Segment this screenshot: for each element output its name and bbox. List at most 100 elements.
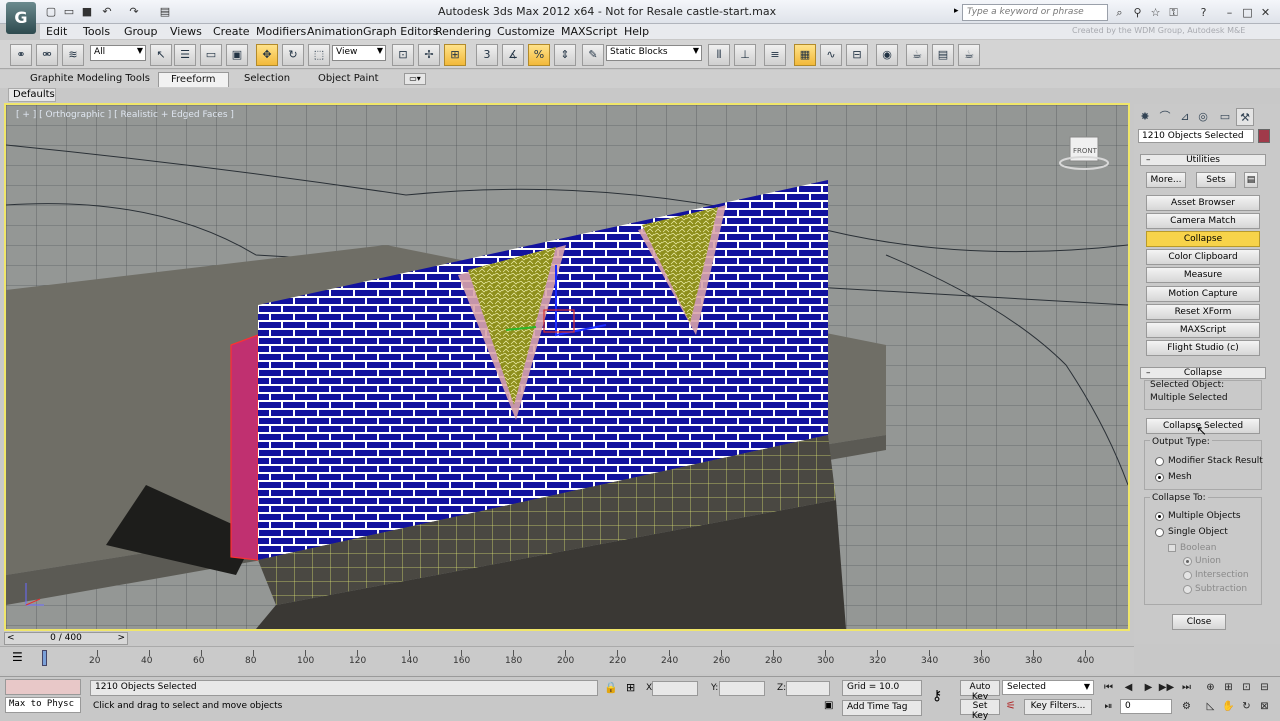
collapse-single-label[interactable]: Single Object [1168, 527, 1228, 537]
maxscript-mini-listener[interactable]: Max to Physc [5, 697, 81, 713]
field-of-view-icon[interactable]: ◺ [1202, 699, 1219, 715]
set-key-filter-icon[interactable]: ⚟ [1006, 699, 1016, 712]
rect-selection-icon[interactable]: ▭ [200, 44, 222, 66]
menu-modifiers[interactable]: Modifiers [256, 25, 306, 38]
perspective-viewport[interactable]: FRONT [ + ] [ Orthographic ] [ Realistic… [4, 103, 1130, 631]
next-frame-button-icon[interactable]: ▶▶ [1158, 680, 1175, 696]
configure-sets-icon[interactable]: ▤ [1244, 172, 1258, 188]
boolean-checkbox[interactable] [1168, 544, 1176, 552]
select-by-name-icon[interactable]: ☰ [174, 44, 196, 66]
schematic-view-icon[interactable]: ⊟ [846, 44, 868, 66]
collapse-multiple-label[interactable]: Multiple Objects [1168, 511, 1241, 521]
menu-rendering[interactable]: Rendering [435, 25, 491, 38]
utility-camera-match-button[interactable]: Camera Match [1146, 213, 1260, 229]
search-icon[interactable]: ⌕ [1112, 5, 1127, 20]
mirror-icon[interactable]: ⫴ [708, 44, 730, 66]
select-move-icon[interactable]: ✥ [256, 44, 278, 66]
new-file-icon[interactable]: ▢ [44, 5, 58, 19]
output-modifier-label[interactable]: Modifier Stack Result [1168, 456, 1263, 466]
scene-render[interactable]: FRONT [6, 105, 1128, 629]
key-mode-dropdown[interactable]: Selected ▼ [1002, 680, 1094, 695]
utilities-tab-icon[interactable]: ⚒ [1236, 108, 1254, 126]
key-mode-icon[interactable]: ⚷ [932, 688, 942, 704]
bind-space-warp-icon[interactable]: ≋ [62, 44, 84, 66]
menu-edit[interactable]: Edit [46, 25, 67, 38]
tab-freeform[interactable]: Freeform [158, 72, 229, 87]
ribbon-options-dropdown[interactable]: ▭▾ [404, 73, 426, 85]
render-setup-icon[interactable]: ☕ [906, 44, 928, 66]
viewcube-text[interactable]: FRONT [1073, 147, 1098, 155]
redo-icon[interactable]: ↷ [127, 5, 141, 19]
play-icon[interactable]: ▶ [1140, 680, 1157, 696]
motion-tab-icon[interactable]: ◎ [1194, 108, 1212, 126]
menu-group[interactable]: Group [124, 25, 158, 38]
keyboard-shortcut-override-icon[interactable]: ⊞ [444, 44, 466, 66]
output-mesh-label[interactable]: Mesh [1168, 472, 1192, 482]
rendered-frame-window-icon[interactable]: ▤ [932, 44, 954, 66]
utility-color-clipboard-button[interactable]: Color Clipboard [1146, 249, 1260, 265]
zoom-all-icon[interactable]: ⊞ [1220, 680, 1237, 696]
app-logo-icon[interactable]: G [6, 2, 36, 34]
select-rotate-icon[interactable]: ↻ [282, 44, 304, 66]
set-key-button[interactable]: Set Key [960, 699, 1000, 721]
menu-help[interactable]: Help [624, 25, 649, 38]
display-tab-icon[interactable]: ▭ [1216, 108, 1234, 126]
time-configuration-icon[interactable]: ⚙ [1178, 699, 1195, 715]
hierarchy-tab-icon[interactable]: ⊿ [1176, 108, 1194, 126]
maximize-viewport-icon[interactable]: ⊠ [1256, 699, 1273, 715]
absolute-mode-icon[interactable]: ⊞ [626, 681, 635, 694]
tab-selection[interactable]: Selection [232, 72, 302, 87]
layer-manager-icon[interactable]: ≡ [764, 44, 786, 66]
current-frame-field[interactable]: 0 [1120, 699, 1172, 714]
render-production-icon[interactable]: ☕ [958, 44, 980, 66]
utility-collapse-button[interactable]: Collapse [1146, 231, 1260, 247]
intersection-radio[interactable] [1183, 571, 1192, 580]
menu-maxscript[interactable]: MAXScript [561, 25, 617, 38]
maximize-icon[interactable]: □ [1240, 5, 1255, 20]
orbit-icon[interactable]: ↻ [1238, 699, 1255, 715]
utility-asset-browser-button[interactable]: Asset Browser [1146, 195, 1260, 211]
material-editor-icon[interactable]: ◉ [876, 44, 898, 66]
selection-lock-icon[interactable]: 🔒 [604, 681, 618, 694]
menu-create[interactable]: Create [213, 25, 250, 38]
search-expand-icon[interactable]: ▸ [954, 6, 959, 16]
output-modifier-radio[interactable] [1155, 457, 1164, 466]
menu-tools[interactable]: Tools [83, 25, 110, 38]
subscription-icon[interactable]: ⚿ [1166, 5, 1181, 20]
collapse-multiple-radio[interactable] [1155, 512, 1164, 521]
link-icon[interactable]: ⚭ [10, 44, 32, 66]
tab-object-paint[interactable]: Object Paint [306, 72, 391, 87]
y-coordinate-field[interactable] [719, 681, 765, 696]
time-slider[interactable]: < 0 / 400 > [4, 632, 128, 645]
communication-center-icon[interactable]: ⚲ [1130, 5, 1145, 20]
x-coordinate-field[interactable] [652, 681, 698, 696]
curve-editor-icon[interactable]: ∿ [820, 44, 842, 66]
time-tag-icon[interactable]: ▣ [824, 700, 833, 711]
snaps-toggle-icon[interactable]: 3 [476, 44, 498, 66]
subtraction-radio[interactable] [1183, 585, 1192, 594]
union-radio[interactable] [1183, 557, 1192, 566]
zoom-extents-all-icon[interactable]: ⊟ [1256, 680, 1273, 696]
angle-snap-icon[interactable]: ∡ [502, 44, 524, 66]
manipulate-icon[interactable]: ✢ [418, 44, 440, 66]
spinner-snap-icon[interactable]: ⇕ [554, 44, 576, 66]
close-icon[interactable]: ✕ [1258, 5, 1273, 20]
collapse-single-radio[interactable] [1155, 528, 1164, 537]
percent-snap-icon[interactable]: % [528, 44, 550, 66]
go-to-start-icon[interactable]: ⏮ [1100, 680, 1117, 696]
favorites-icon[interactable]: ☆ [1148, 5, 1163, 20]
minimize-icon[interactable]: – [1222, 5, 1237, 20]
edit-named-selection-icon[interactable]: ✎ [582, 44, 604, 66]
maxscript-mini-listener-top[interactable] [5, 679, 81, 695]
unlink-icon[interactable]: ⚮ [36, 44, 58, 66]
menu-views[interactable]: Views [170, 25, 202, 38]
utility-reset-xform-button[interactable]: Reset XForm [1146, 304, 1260, 320]
previous-frame-icon[interactable]: ◀ [1120, 680, 1137, 696]
graphite-toggle-icon[interactable]: ▦ [794, 44, 816, 66]
selection-filter-dropdown[interactable]: All ▼ [90, 45, 146, 61]
defaults-label[interactable]: Defaults [8, 88, 56, 102]
key-filters-button[interactable]: Key Filters... [1024, 699, 1092, 715]
search-input[interactable]: Type a keyword or phrase [962, 4, 1108, 21]
menu-customize[interactable]: Customize [497, 25, 555, 38]
named-selection-dropdown[interactable]: Static Blocks ▼ [606, 45, 702, 61]
